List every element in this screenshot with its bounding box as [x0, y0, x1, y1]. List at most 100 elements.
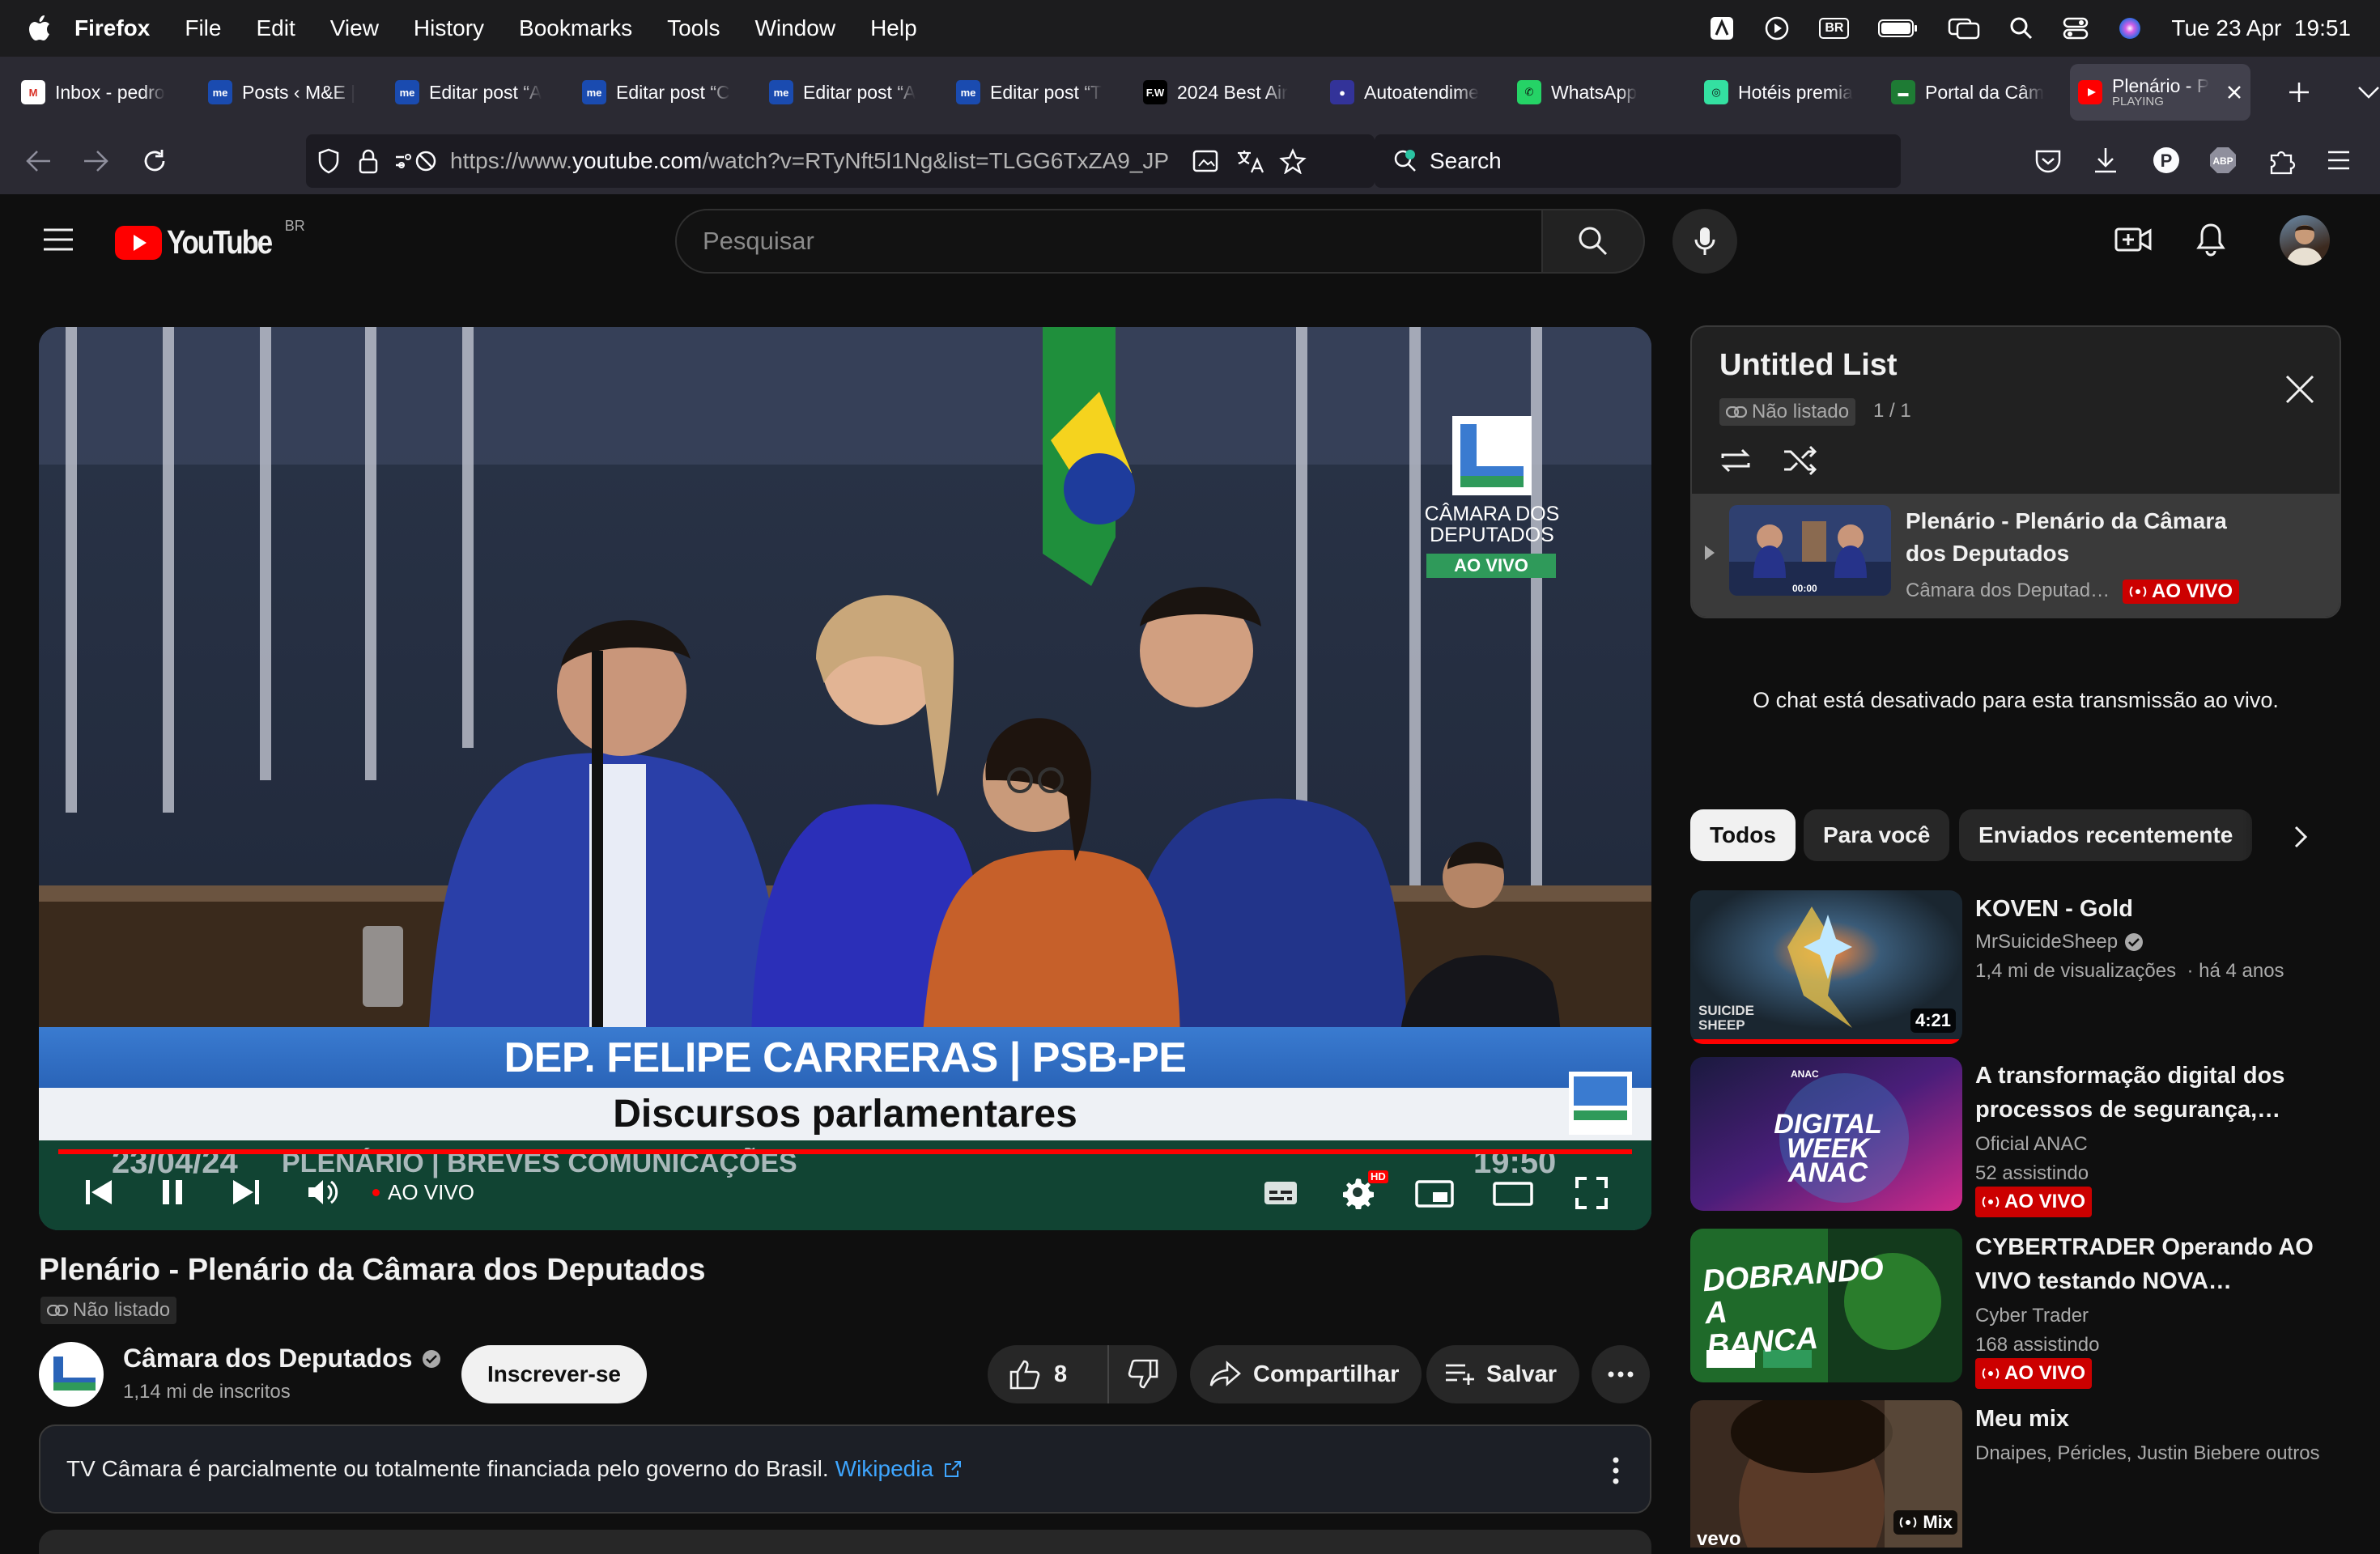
menu-edit[interactable]: Edit: [256, 15, 295, 41]
back-arrow-icon[interactable]: [24, 149, 52, 173]
bookmark-star-icon[interactable]: [1279, 148, 1307, 174]
recommendation-title[interactable]: A transformação digital dos processos de…: [1975, 1059, 2331, 1127]
subscribe-button[interactable]: Inscrever-se: [461, 1345, 648, 1403]
menu-file[interactable]: File: [185, 15, 221, 41]
chip-all[interactable]: Todos: [1690, 809, 1796, 861]
channel-name[interactable]: Câmara dos Deputados: [123, 1344, 412, 1374]
chip-for-you[interactable]: Para você: [1804, 809, 1950, 861]
recommendation-title[interactable]: Meu mix: [1975, 1402, 2331, 1436]
notice-more-icon[interactable]: [1613, 1457, 1619, 1484]
menu-view[interactable]: View: [330, 15, 379, 41]
menu-history[interactable]: History: [414, 15, 484, 41]
url-text[interactable]: https://www.youtube.com/watch?v=RTyNft5l…: [450, 148, 1187, 174]
playlist-item-channel[interactable]: Câmara dos Deputad…: [1906, 580, 2110, 602]
chips-next-chevron-icon[interactable]: [2291, 824, 2312, 850]
browser-tab[interactable]: me Editar post “C: [574, 64, 761, 121]
browser-tab[interactable]: me Posts ‹ M&E |: [200, 64, 387, 121]
browser-tab[interactable]: me Editar post “A: [387, 64, 574, 121]
menu-tools[interactable]: Tools: [667, 15, 720, 41]
list-all-tabs-chevron-icon[interactable]: [2357, 85, 2380, 100]
browser-tab[interactable]: ▬ Portal da Câm: [1883, 64, 2070, 121]
reader-view-icon[interactable]: [1192, 148, 1219, 174]
browser-tab[interactable]: me Editar post “A: [761, 64, 948, 121]
notifications-bell-icon[interactable]: [2195, 222, 2226, 257]
siri-icon[interactable]: [2118, 16, 2142, 40]
control-center-icon[interactable]: [2063, 16, 2089, 40]
spotlight-search-icon[interactable]: [2009, 16, 2034, 40]
recommendation-thumbnail[interactable]: ANAC DIGITAL WEEK ANAC: [1690, 1057, 1962, 1211]
chip-recently-uploaded[interactable]: Enviados recentemente: [1959, 809, 2253, 861]
translate-icon[interactable]: [1235, 148, 1264, 174]
recommendation-thumbnail[interactable]: vevo Mix: [1690, 1400, 1962, 1548]
user-avatar[interactable]: [2280, 215, 2330, 265]
live-indicator[interactable]: AO VIVO: [372, 1180, 474, 1205]
loop-icon[interactable]: [1718, 445, 1753, 476]
playlist-title[interactable]: Untitled List: [1719, 348, 1898, 383]
battery-icon[interactable]: [1878, 18, 1919, 39]
guide-menu-icon[interactable]: [42, 227, 74, 253]
new-tab-plus-icon[interactable]: [2288, 81, 2310, 104]
fullscreen-icon[interactable]: [1575, 1177, 1608, 1209]
pocket-icon[interactable]: [2034, 147, 2063, 175]
volume-icon[interactable]: [306, 1177, 338, 1208]
downloads-icon[interactable]: [2092, 146, 2119, 175]
browser-tab[interactable]: ● Autoatendime: [1322, 64, 1509, 121]
menu-bookmarks[interactable]: Bookmarks: [519, 15, 632, 41]
br-keyboard-icon[interactable]: BR: [1819, 18, 1850, 39]
reload-icon[interactable]: [141, 147, 168, 175]
save-button[interactable]: Salvar: [1426, 1345, 1580, 1403]
browser-tab[interactable]: ◎ Hotéis premia: [1696, 64, 1883, 121]
channel-avatar[interactable]: [39, 1342, 104, 1407]
subtitles-icon[interactable]: [1263, 1180, 1298, 1206]
play-circle-icon[interactable]: [1764, 15, 1790, 41]
extensions-puzzle-icon[interactable]: [2268, 146, 2296, 175]
wikipedia-link[interactable]: Wikipedia: [835, 1456, 933, 1482]
playlist-item-title[interactable]: Plenário - Plenário da Câmara dos Deputa…: [1906, 505, 2246, 570]
browser-tab[interactable]: ✆ WhatsApp: [1509, 64, 1696, 121]
next-icon[interactable]: [232, 1178, 261, 1206]
browser-tab[interactable]: F.W 2024 Best Air: [1135, 64, 1322, 121]
menu-window[interactable]: Window: [754, 15, 835, 41]
apple-icon[interactable]: [26, 14, 74, 43]
youtube-search-input[interactable]: Pesquisar: [675, 209, 1543, 274]
video-player[interactable]: DEP. FELIPE CARRERAS | PSB-PE Discursos …: [39, 327, 1651, 1230]
recommendation-item[interactable]: vevo Mix Meu mix Dnaipes, Péricles, Just…: [1690, 1400, 2378, 1548]
progress-bar-track[interactable]: [58, 1149, 1632, 1154]
create-video-icon[interactable]: [2114, 225, 2152, 254]
shuffle-icon[interactable]: [1783, 445, 1818, 476]
recommendation-thumbnail[interactable]: SUICIDE SHEEP 4:21: [1690, 890, 1962, 1044]
channel-name-row[interactable]: Câmara dos Deputados: [123, 1344, 441, 1374]
menu-help[interactable]: Help: [870, 15, 917, 41]
more-actions-button[interactable]: [1592, 1345, 1650, 1403]
forward-arrow-icon[interactable]: [83, 149, 110, 173]
clock-datetime[interactable]: Tue 23 Apr 19:51: [2171, 15, 2351, 41]
tracking-shield-icon[interactable]: [316, 147, 342, 175]
recommendation-title[interactable]: CYBERTRADER Operando AO VIVO testando NO…: [1975, 1230, 2331, 1298]
youtube-search-button[interactable]: [1543, 209, 1645, 274]
theater-mode-icon[interactable]: [1493, 1180, 1533, 1208]
youtube-logo[interactable]: YouTube BR: [115, 218, 305, 261]
menu-app-name[interactable]: Firefox: [74, 15, 150, 41]
recommendation-channel[interactable]: MrSuicideSheep: [1975, 928, 2118, 957]
close-tab-icon[interactable]: [2226, 84, 2242, 100]
miniplayer-icon[interactable]: [1415, 1180, 1454, 1208]
screen-mirror-icon[interactable]: [1948, 16, 1980, 40]
previous-icon[interactable]: [84, 1178, 113, 1206]
url-bar[interactable]: https://www.youtube.com/watch?v=RTyNft5l…: [306, 134, 1375, 188]
recommendation-title[interactable]: KOVEN - Gold: [1975, 892, 2331, 926]
browser-tab[interactable]: me Editar post “T: [948, 64, 1135, 121]
share-button[interactable]: Compartilhar: [1190, 1345, 1422, 1403]
close-playlist-icon[interactable]: [2284, 374, 2315, 405]
recommendation-channel[interactable]: Oficial ANAC: [1975, 1130, 2088, 1159]
adblock-plus-icon[interactable]: ABP: [2208, 146, 2238, 175]
profile-p-icon[interactable]: P: [2152, 146, 2181, 175]
browser-search-bar[interactable]: Search: [1375, 134, 1901, 188]
permissions-icon[interactable]: [393, 149, 437, 173]
dislike-button[interactable]: [1109, 1359, 1159, 1390]
playlist-item-current[interactable]: 00:00 Plenário - Plenário da Câmara dos …: [1692, 494, 2340, 617]
browser-tab[interactable]: M Inbox - pedro: [13, 64, 200, 121]
hamburger-menu-icon[interactable]: [2327, 149, 2351, 172]
tab-active-youtube[interactable]: Plenário - P PLAYING: [2070, 64, 2250, 121]
voice-search-button[interactable]: [1672, 209, 1737, 274]
like-button[interactable]: 8: [988, 1345, 1109, 1403]
